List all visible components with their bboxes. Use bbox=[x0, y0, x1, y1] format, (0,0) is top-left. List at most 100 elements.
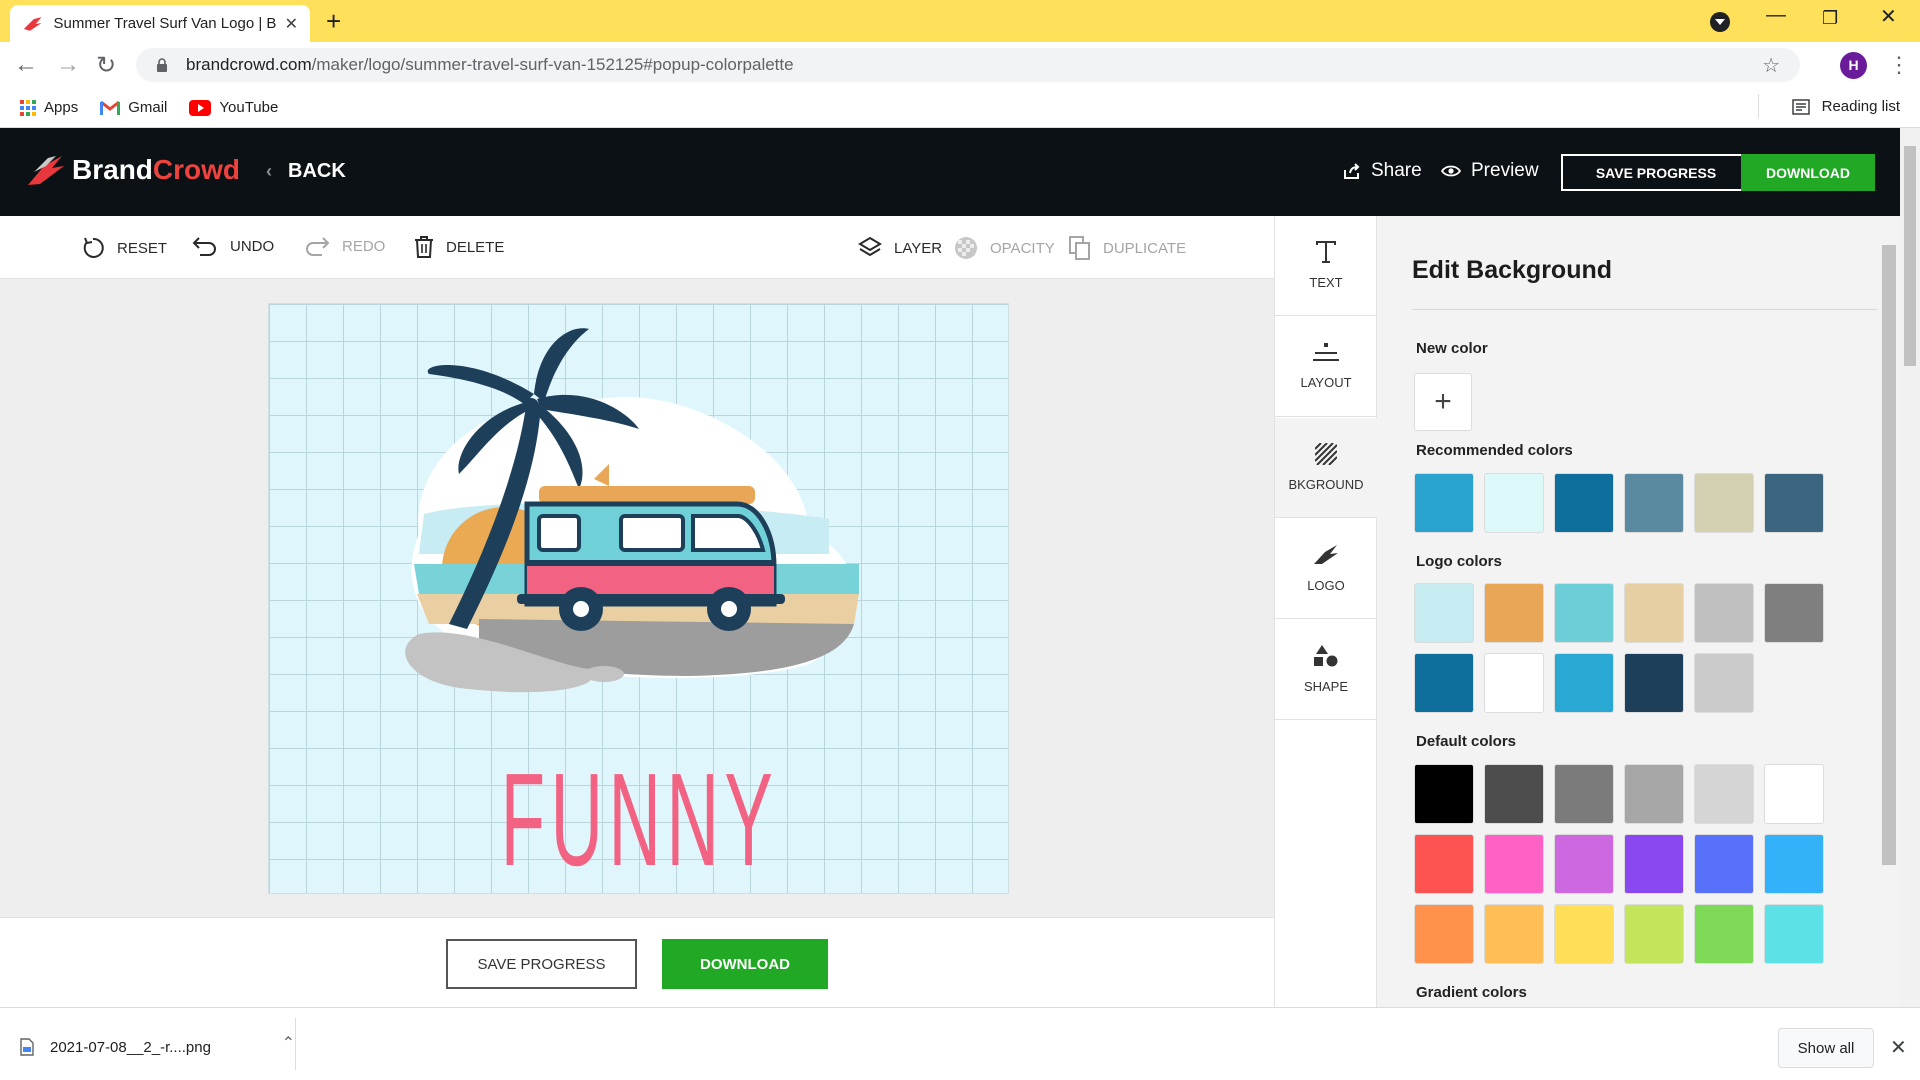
page-scrollbar-thumb[interactable] bbox=[1904, 146, 1916, 366]
brandcrowd-logo[interactable]: BrandCrowd bbox=[26, 152, 240, 188]
panel-scrollbar-thumb[interactable] bbox=[1882, 245, 1896, 865]
logo-artboard[interactable]: FUNNY TRAVEL bbox=[268, 303, 1009, 894]
lock-icon bbox=[157, 58, 167, 72]
logo-color-swatch[interactable] bbox=[1414, 653, 1474, 713]
back-button[interactable]: ‹ BACK bbox=[266, 160, 346, 183]
chevron-up-icon[interactable]: ⌃ bbox=[282, 1033, 295, 1053]
download-button[interactable]: DOWNLOAD bbox=[662, 939, 828, 989]
rail-item-shape[interactable]: SHAPE bbox=[1275, 620, 1377, 720]
browser-tab[interactable]: Summer Travel Surf Van Logo | Br ✕ bbox=[10, 5, 310, 42]
recommended-color-swatch[interactable] bbox=[1624, 473, 1684, 533]
share-button[interactable]: Share bbox=[1343, 160, 1422, 182]
rail-item-logo-label: LOGO bbox=[1307, 578, 1345, 593]
logo-color-swatch[interactable] bbox=[1554, 583, 1614, 643]
default-color-swatch[interactable] bbox=[1764, 764, 1824, 824]
default-color-swatch[interactable] bbox=[1764, 834, 1824, 894]
tab-close-icon[interactable]: ✕ bbox=[285, 14, 298, 34]
recommended-color-swatch[interactable] bbox=[1414, 473, 1474, 533]
reset-icon bbox=[83, 237, 104, 258]
default-color-swatch[interactable] bbox=[1554, 764, 1614, 824]
rail-item-text[interactable]: TEXT bbox=[1275, 216, 1377, 316]
back-arrow-icon[interactable]: ← bbox=[14, 51, 38, 79]
logo-title-text[interactable]: FUNNY TRAVEL bbox=[436, 744, 844, 893]
logo-color-swatch[interactable] bbox=[1484, 583, 1544, 643]
default-color-swatch[interactable] bbox=[1694, 764, 1754, 824]
show-all-button[interactable]: Show all bbox=[1778, 1028, 1874, 1068]
reset-button[interactable]: RESET bbox=[81, 236, 167, 260]
undo-button[interactable]: UNDO bbox=[192, 236, 274, 256]
default-color-swatch[interactable] bbox=[1414, 904, 1474, 964]
default-color-swatch[interactable] bbox=[1484, 904, 1544, 964]
reading-list-label: Reading list bbox=[1821, 98, 1900, 115]
rail-item-layout[interactable]: LAYOUT bbox=[1275, 317, 1377, 417]
default-color-swatch[interactable] bbox=[1414, 834, 1474, 894]
new-tab-icon[interactable]: + bbox=[326, 6, 341, 37]
logo-color-swatch[interactable] bbox=[1624, 653, 1684, 713]
shape-icon bbox=[1314, 645, 1338, 667]
layer-button[interactable]: LAYER bbox=[858, 236, 942, 260]
default-color-swatch[interactable] bbox=[1694, 904, 1754, 964]
close-window-icon[interactable]: ✕ bbox=[1880, 4, 1897, 29]
delete-button[interactable]: DELETE bbox=[414, 236, 504, 258]
header-download-button[interactable]: DOWNLOAD bbox=[1741, 154, 1875, 191]
eye-icon bbox=[1441, 165, 1461, 177]
delete-label: DELETE bbox=[446, 238, 505, 256]
add-color-button[interactable]: + bbox=[1414, 373, 1472, 431]
tab-search-icon[interactable] bbox=[1710, 12, 1730, 32]
bookmark-youtube[interactable]: YouTube bbox=[189, 99, 278, 116]
logo-color-swatch[interactable] bbox=[1764, 583, 1824, 643]
default-color-swatch[interactable] bbox=[1484, 834, 1544, 894]
redo-button[interactable]: REDO bbox=[304, 236, 385, 256]
trash-icon bbox=[415, 236, 433, 258]
default-color-swatch[interactable] bbox=[1484, 764, 1544, 824]
default-color-swatch[interactable] bbox=[1694, 834, 1754, 894]
logo-color-swatch[interactable] bbox=[1554, 653, 1614, 713]
bookmark-apps[interactable]: Apps bbox=[20, 99, 78, 116]
reading-list[interactable]: Reading list bbox=[1757, 94, 1900, 118]
undo-label: UNDO bbox=[230, 237, 275, 255]
recommended-color-swatch[interactable] bbox=[1484, 473, 1544, 533]
logo-color-swatch[interactable] bbox=[1694, 583, 1754, 643]
logo-color-swatch[interactable] bbox=[1484, 653, 1544, 713]
save-progress-button[interactable]: SAVE PROGRESS bbox=[446, 939, 637, 989]
minimize-icon[interactable]: — bbox=[1766, 4, 1786, 27]
forward-arrow-icon[interactable]: → bbox=[56, 51, 80, 79]
profile-avatar[interactable]: H bbox=[1840, 52, 1867, 79]
recommended-color-swatch[interactable] bbox=[1694, 473, 1754, 533]
url-host: brandcrowd.com bbox=[186, 55, 312, 74]
background-icon bbox=[1315, 443, 1337, 465]
default-color-swatch[interactable] bbox=[1554, 904, 1614, 964]
logo-color-swatch[interactable] bbox=[1694, 653, 1754, 713]
default-color-swatch[interactable] bbox=[1624, 764, 1684, 824]
file-icon bbox=[20, 1038, 34, 1056]
recommended-color-swatch[interactable] bbox=[1764, 473, 1824, 533]
download-item[interactable]: 2021-07-08__2_-r....png ⌃ bbox=[20, 1028, 295, 1066]
close-shelf-icon[interactable]: ✕ bbox=[1890, 1035, 1907, 1060]
download-filename: 2021-07-08__2_-r....png bbox=[50, 1038, 211, 1056]
duplicate-button[interactable]: DUPLICATE bbox=[1069, 236, 1186, 260]
opacity-button[interactable]: OPACITY bbox=[954, 236, 1055, 260]
rail-item-logo[interactable]: LOGO bbox=[1275, 519, 1377, 619]
restore-icon[interactable]: ❐ bbox=[1822, 8, 1838, 29]
bookmark-star-icon[interactable]: ☆ bbox=[1762, 53, 1780, 78]
logo-color-swatch[interactable] bbox=[1624, 583, 1684, 643]
layer-label: LAYER bbox=[894, 239, 943, 257]
recommended-color-swatch[interactable] bbox=[1554, 473, 1614, 533]
browser-menu-icon[interactable]: ⋮ bbox=[1888, 52, 1910, 78]
default-color-swatch[interactable] bbox=[1554, 834, 1614, 894]
reload-icon[interactable]: ↻ bbox=[96, 51, 116, 80]
logo-color-swatch[interactable] bbox=[1414, 583, 1474, 643]
default-color-swatch[interactable] bbox=[1624, 834, 1684, 894]
default-color-swatch[interactable] bbox=[1624, 904, 1684, 964]
duplicate-icon bbox=[1069, 236, 1090, 260]
bookmark-gmail[interactable]: Gmail bbox=[100, 99, 167, 116]
rail-item-background[interactable]: BKGROUND bbox=[1275, 418, 1377, 518]
preview-button[interactable]: Preview bbox=[1441, 160, 1539, 182]
back-label: BACK bbox=[288, 160, 346, 182]
default-color-swatch[interactable] bbox=[1414, 764, 1474, 824]
header-save-progress-button[interactable]: SAVE PROGRESS bbox=[1561, 154, 1751, 191]
reading-list-icon bbox=[1791, 98, 1810, 115]
url-bar[interactable]: brandcrowd.com/maker/logo/summer-travel-… bbox=[136, 48, 1800, 82]
rail-item-layout-label: LAYOUT bbox=[1300, 375, 1352, 390]
default-color-swatch[interactable] bbox=[1764, 904, 1824, 964]
